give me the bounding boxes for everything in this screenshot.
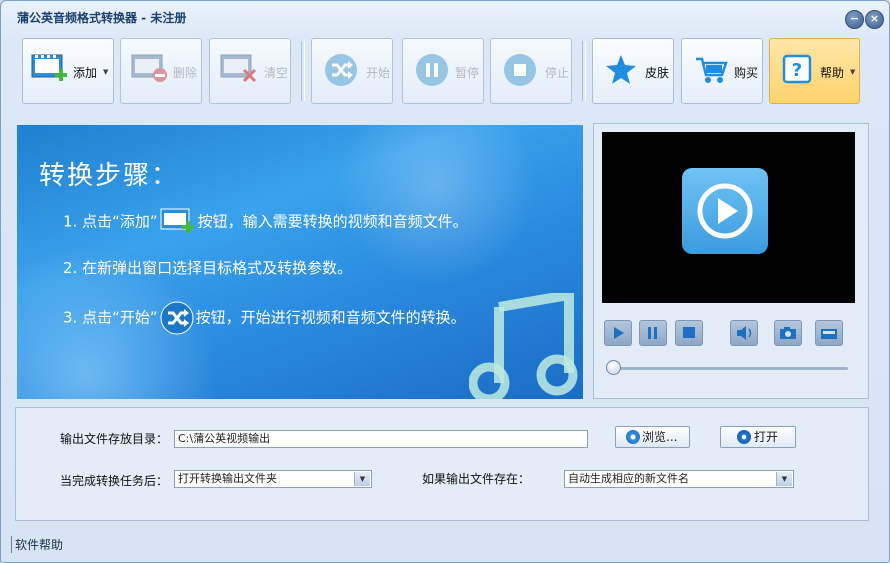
shuffle-start-icon bbox=[325, 54, 357, 86]
output-dir-label: 输出文件存放目录： bbox=[60, 432, 169, 446]
software-help-link[interactable]: 软件帮助 bbox=[11, 536, 63, 553]
pause-button-small[interactable] bbox=[639, 320, 667, 346]
open-label: 打开 bbox=[754, 430, 779, 444]
pause-icon bbox=[648, 327, 657, 339]
toolbar-separator bbox=[301, 41, 305, 101]
chevron-down-icon: ▼ bbox=[103, 68, 109, 76]
preview-panel bbox=[593, 123, 869, 399]
volume-icon bbox=[737, 326, 752, 340]
add-label: 添加 bbox=[73, 66, 98, 80]
minimize-icon[interactable]: − bbox=[845, 10, 864, 29]
app-window: 蒲公英音频格式转换器 - 未注册 − × 添加 ▼ 删除 清空 开始 暂停 停止… bbox=[0, 0, 890, 563]
open-button[interactable]: 打开 bbox=[720, 426, 796, 448]
browse-button[interactable]: 浏览... bbox=[615, 426, 690, 448]
step-3-text-b: 按钮，开始进行视频和音频文件的转换。 bbox=[195, 308, 466, 327]
steps-banner: 转换步骤： 1. 点击“添加” 按钮，输入需要转换的视频和音频文件。 2. 在新… bbox=[17, 125, 583, 399]
add-file-icon bbox=[160, 208, 194, 233]
fullscreen-icon bbox=[821, 329, 837, 339]
step-2: 2. 在新弹出窗口选择目标格式及转换参数。 bbox=[63, 259, 353, 277]
seek-handle[interactable] bbox=[606, 360, 621, 375]
chevron-down-icon[interactable]: ▼ bbox=[776, 472, 792, 486]
video-preview bbox=[602, 132, 855, 303]
play-button[interactable] bbox=[604, 320, 632, 346]
step-1-text-b: 按钮，输入需要转换的视频和音频文件。 bbox=[197, 212, 468, 231]
if-exists-label: 如果输出文件存在： bbox=[422, 472, 531, 486]
pause-label: 暂停 bbox=[455, 66, 480, 80]
stop-icon bbox=[683, 327, 695, 338]
browse-icon bbox=[626, 430, 640, 444]
play-icon bbox=[614, 327, 624, 339]
shuffle-start-icon bbox=[160, 301, 194, 335]
title-bar[interactable]: 蒲公英音频格式转换器 - 未注册 − × bbox=[1, 1, 889, 31]
help-label: 帮助 bbox=[820, 66, 845, 80]
if-exists-value: 自动生成相应的新文件名 bbox=[568, 472, 689, 485]
after-task-label: 当完成转换任务后： bbox=[60, 474, 169, 488]
steps-title: 转换步骤： bbox=[39, 161, 180, 191]
close-icon[interactable]: × bbox=[865, 10, 884, 29]
buy-label: 购买 bbox=[734, 66, 759, 80]
play-icon[interactable] bbox=[682, 168, 768, 254]
output-settings: 输出文件存放目录： C:\蒲公英视频输出 浏览... 打开 当完成转换任务后： … bbox=[15, 407, 869, 521]
clear-button[interactable]: 清空 bbox=[209, 38, 291, 104]
clear-label: 清空 bbox=[264, 66, 289, 80]
after-task-value: 打开转换输出文件夹 bbox=[178, 472, 277, 485]
stop-button-small[interactable] bbox=[675, 320, 703, 346]
help-icon: ? bbox=[782, 54, 812, 84]
volume-button[interactable] bbox=[730, 320, 758, 346]
add-button[interactable]: 添加 ▼ bbox=[22, 38, 114, 104]
stop-label: 停止 bbox=[545, 66, 570, 80]
delete-file-icon bbox=[131, 54, 167, 82]
start-button[interactable]: 开始 bbox=[311, 38, 393, 104]
svg-text:?: ? bbox=[792, 60, 802, 81]
start-label: 开始 bbox=[366, 66, 391, 80]
toolbar-separator bbox=[582, 41, 586, 101]
after-task-select[interactable]: 打开转换输出文件夹 ▼ bbox=[174, 470, 372, 488]
step-3: 3. 点击“开始” 按钮，开始进行视频和音频文件的转换。 bbox=[63, 301, 466, 335]
fullscreen-button[interactable] bbox=[815, 320, 843, 346]
decor-glow bbox=[337, 125, 537, 285]
help-button[interactable]: ? 帮助 ▼ bbox=[769, 38, 860, 104]
snapshot-button[interactable] bbox=[774, 320, 802, 346]
seek-track[interactable] bbox=[612, 367, 848, 370]
music-note-icon bbox=[469, 293, 578, 399]
stop-icon bbox=[504, 54, 536, 86]
open-folder-icon bbox=[737, 430, 751, 444]
output-dir-field[interactable]: C:\蒲公英视频输出 bbox=[174, 430, 588, 448]
camera-icon bbox=[780, 327, 796, 339]
delete-button[interactable]: 删除 bbox=[120, 38, 202, 104]
chevron-down-icon[interactable]: ▼ bbox=[354, 472, 370, 486]
buy-button[interactable]: 购买 bbox=[681, 38, 763, 104]
pause-icon bbox=[416, 54, 448, 86]
delete-label: 删除 bbox=[173, 66, 198, 80]
if-exists-select[interactable]: 自动生成相应的新文件名 ▼ bbox=[564, 470, 794, 488]
stop-button[interactable]: 停止 bbox=[490, 38, 572, 104]
window-title: 蒲公英音频格式转换器 - 未注册 bbox=[17, 11, 187, 25]
add-file-icon bbox=[31, 54, 67, 81]
skin-label: 皮肤 bbox=[645, 66, 670, 80]
step-3-text-a: 3. 点击“开始” bbox=[63, 308, 158, 327]
cart-icon bbox=[696, 57, 728, 83]
step-1-text-a: 1. 点击“添加” bbox=[63, 212, 158, 231]
step-1: 1. 点击“添加” 按钮，输入需要转换的视频和音频文件。 bbox=[63, 207, 468, 237]
browse-label: 浏览... bbox=[642, 430, 678, 444]
skin-button[interactable]: 皮肤 bbox=[592, 38, 674, 104]
chevron-down-icon: ▼ bbox=[850, 68, 856, 76]
star-icon bbox=[606, 55, 636, 84]
clear-list-icon bbox=[220, 54, 257, 83]
pause-button[interactable]: 暂停 bbox=[402, 38, 484, 104]
